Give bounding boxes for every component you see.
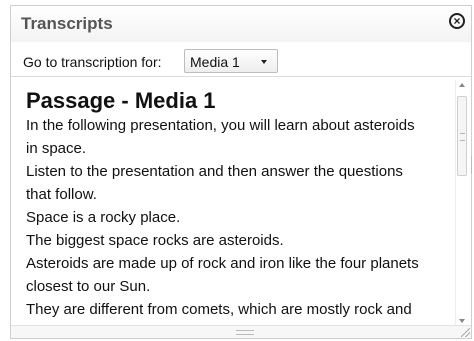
transcript-line: They are different from comets, which ar… [26, 301, 412, 318]
transcript-line: Asteroids are made up of rock and iron l… [26, 255, 419, 272]
goto-label: Go to transcription for: [23, 54, 162, 70]
resize-bar [11, 325, 471, 338]
dialog-title: Transcripts [21, 14, 113, 33]
transcripts-dialog: Transcripts × Go to transcription for: M… [10, 5, 474, 339]
transcript-line: Listen to the presentation and then answ… [26, 163, 403, 180]
dialog-titlebar[interactable]: Transcripts × [11, 6, 471, 42]
transcript-line: In the following presentation, you will … [26, 117, 415, 134]
vertical-scrollbar[interactable] [455, 80, 469, 326]
transcript-line: Space is a rocky place. [26, 209, 181, 226]
transcript-content[interactable]: Passage - Media 1 In the following prese… [11, 80, 455, 326]
transcript-line: in space. [26, 140, 87, 157]
scroll-up-icon[interactable] [459, 83, 465, 87]
media-select[interactable]: Media 1 [184, 49, 278, 73]
transcript-line: that follow. [26, 186, 97, 203]
grip-icon [460, 133, 465, 141]
resize-corner-icon[interactable] [461, 328, 470, 337]
media-select-value: Media 1 [190, 54, 240, 70]
scrollbar-thumb[interactable] [457, 96, 467, 176]
passage-title: Passage - Media 1 [26, 88, 216, 113]
resize-handle-bottom[interactable] [236, 330, 254, 335]
transcript-line: The biggest space rocks are asteroids. [26, 232, 284, 249]
transcript-line: closest to our Sun. [26, 278, 151, 295]
goto-row: Go to transcription for: Media 1 [11, 46, 471, 77]
scroll-down-icon[interactable] [459, 319, 465, 323]
close-icon[interactable]: × [449, 13, 465, 29]
chevron-down-icon [261, 60, 267, 64]
